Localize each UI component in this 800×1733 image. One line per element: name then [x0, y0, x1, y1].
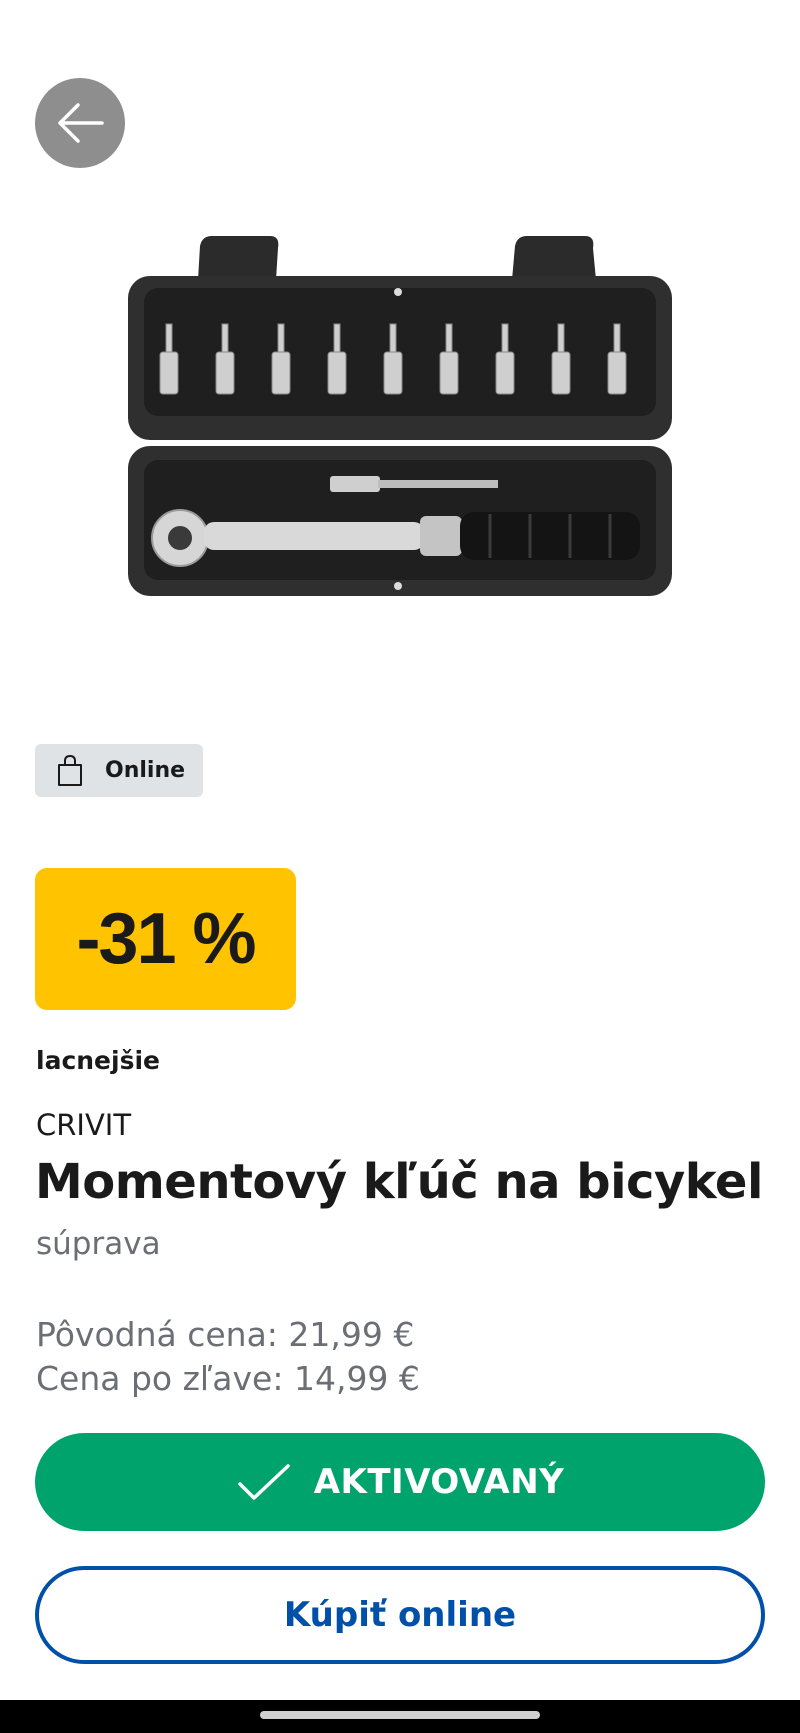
buy-online-button[interactable]: Kúpiť online	[35, 1566, 765, 1664]
availability-badge: Online	[35, 744, 203, 797]
product-subtitle: súprava	[36, 1226, 161, 1262]
availability-label: Online	[105, 758, 186, 783]
shopping-bag-icon	[58, 754, 82, 786]
discount-value: -31 %	[76, 899, 256, 979]
activated-label: AKTIVOVANÝ	[313, 1462, 565, 1502]
home-gesture-handle[interactable]	[260, 1711, 540, 1719]
product-image	[128, 236, 672, 596]
product-title: Momentový kľúč na bicykel	[35, 1154, 763, 1210]
product-brand: CRIVIT	[36, 1108, 132, 1142]
discount-badge: -31 %	[35, 868, 296, 1010]
offer-detail-page: Online -31 % lacnejšie CRIVIT Momentový …	[0, 0, 800, 1733]
original-price: Pôvodná cena: 21,99 €	[36, 1315, 415, 1354]
buy-online-label: Kúpiť online	[283, 1595, 517, 1635]
discount-caption: lacnejšie	[36, 1046, 160, 1075]
checkmark-icon	[237, 1464, 290, 1500]
activated-button[interactable]: AKTIVOVANÝ	[35, 1433, 765, 1531]
back-button[interactable]	[35, 78, 125, 168]
arrow-left-icon	[58, 103, 104, 143]
sale-price: Cena po zľave: 14,99 €	[36, 1359, 420, 1398]
